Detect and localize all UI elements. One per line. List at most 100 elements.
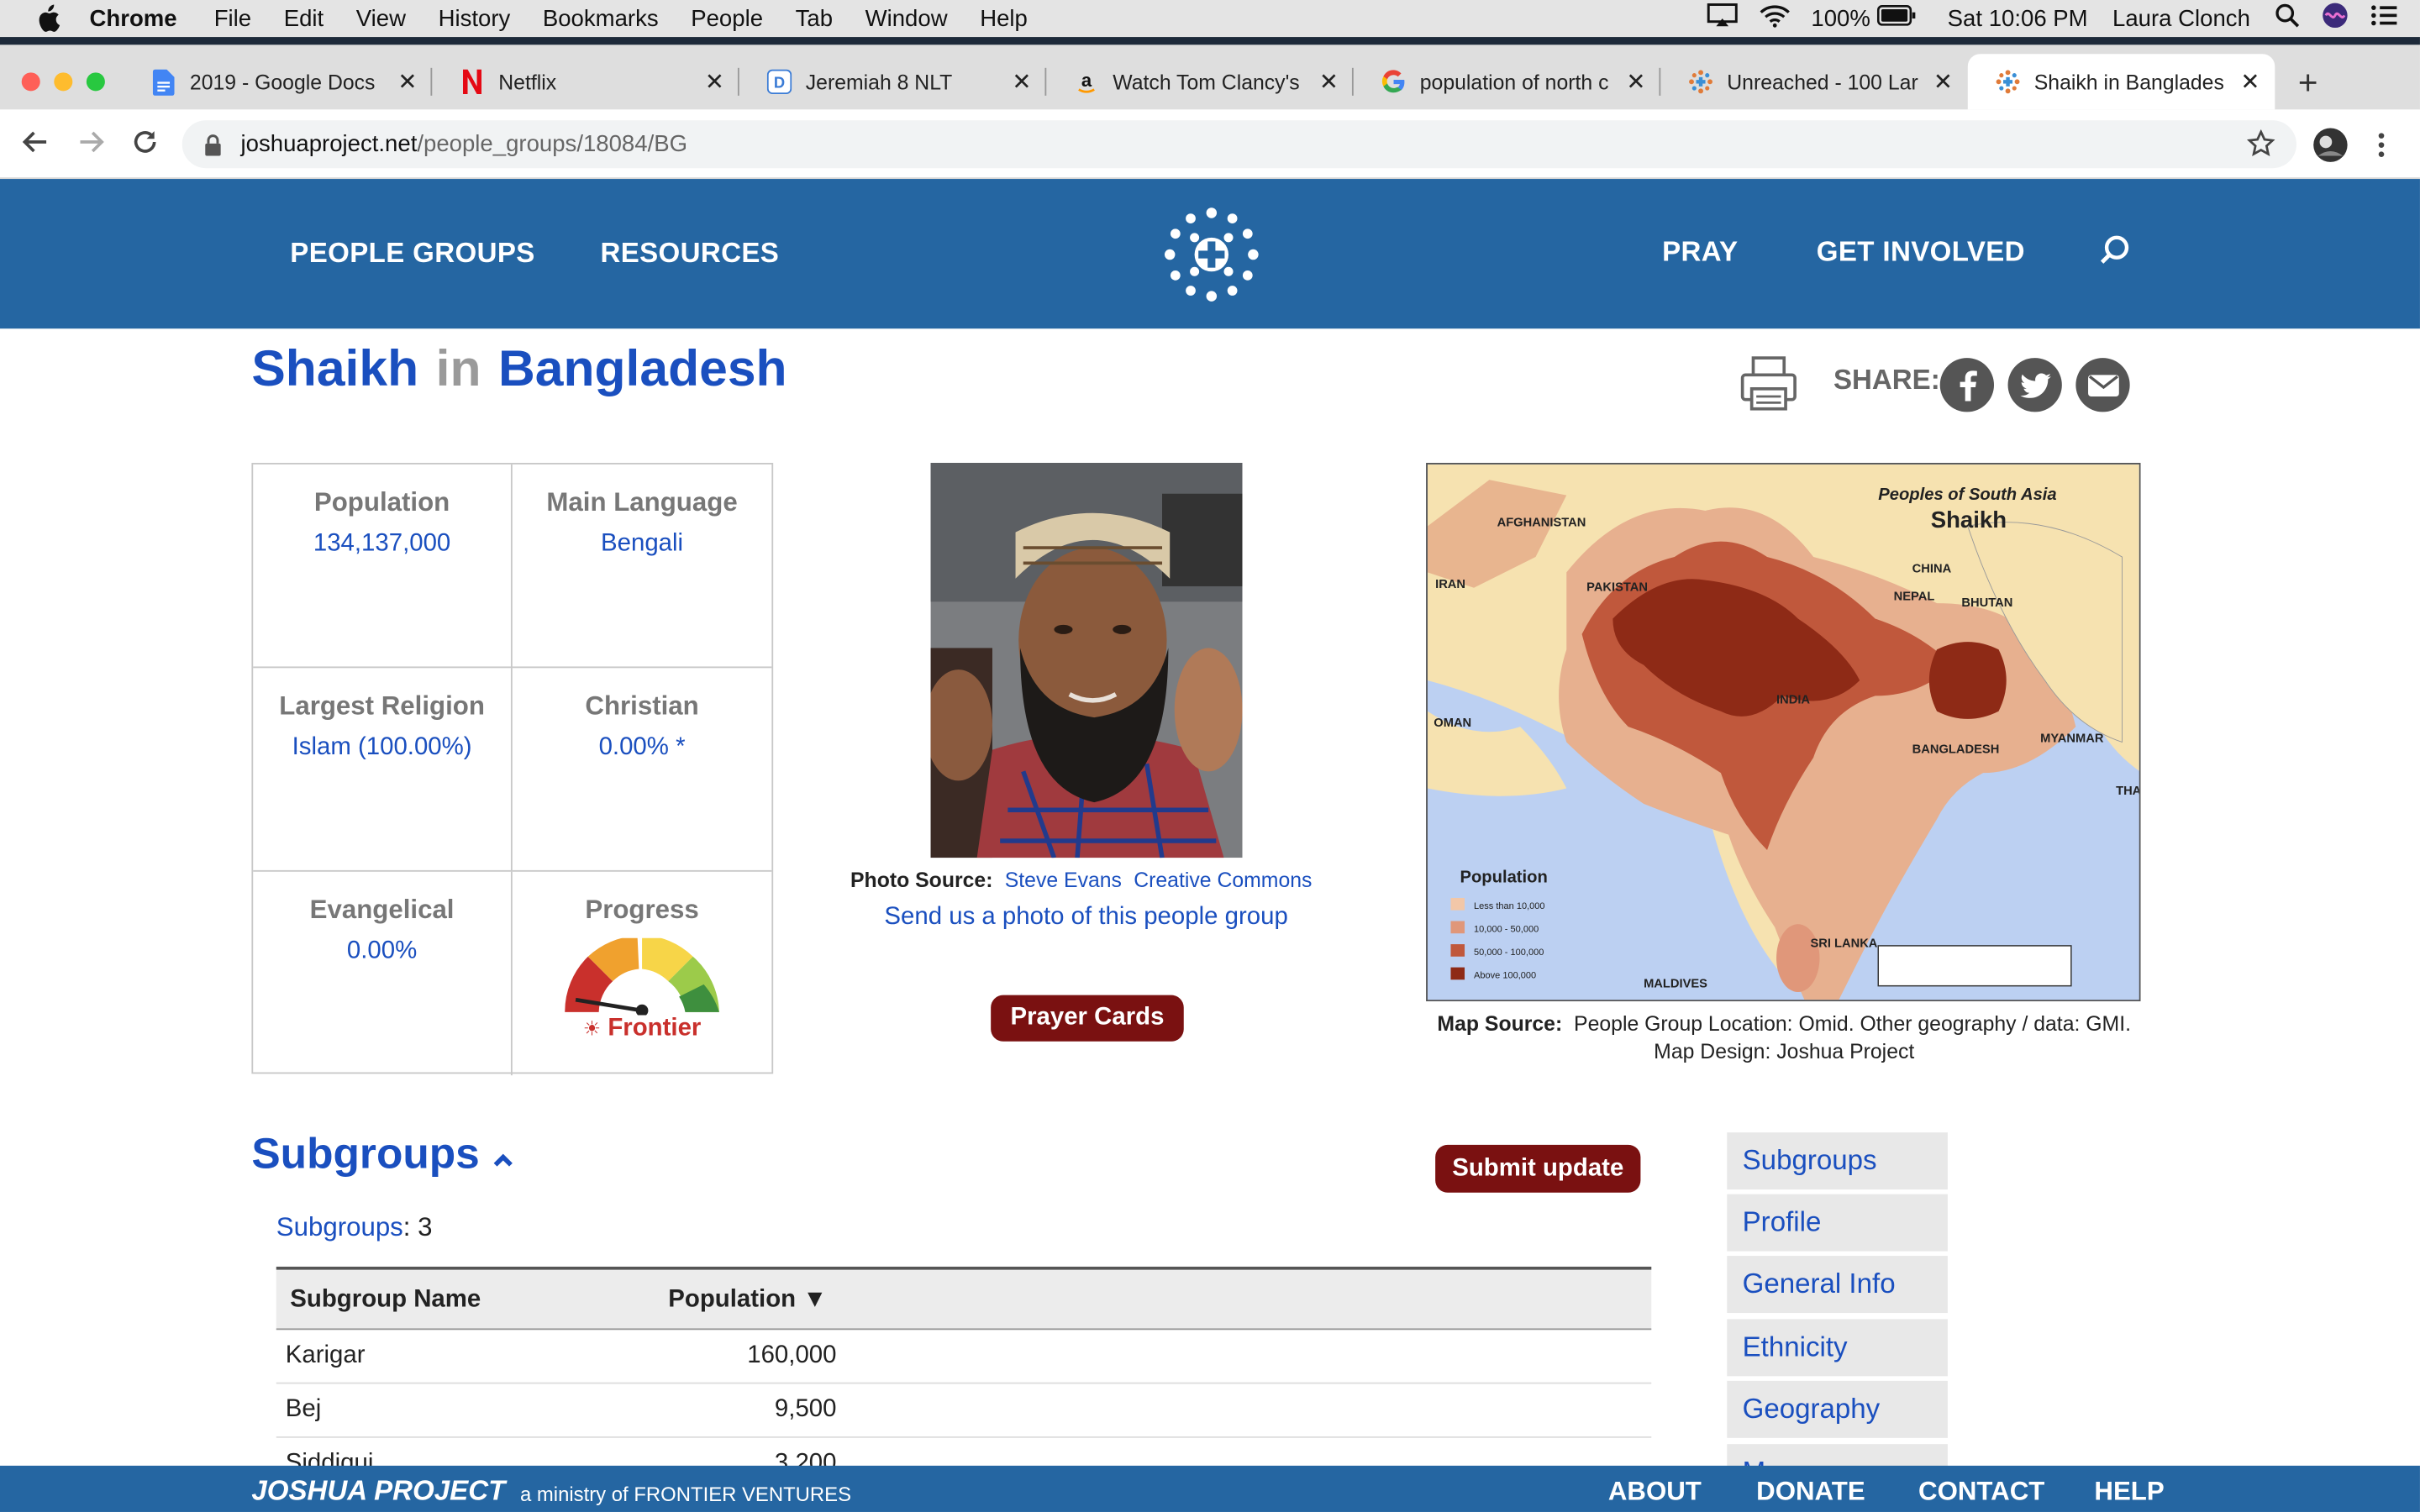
user-name[interactable]: Laura Clonch	[2112, 5, 2250, 31]
battery-icon[interactable]	[1876, 5, 1917, 33]
tab-close-icon[interactable]: ✕	[1007, 68, 1038, 96]
stat-label: Population	[313, 487, 450, 517]
mac-menubar: Chrome File Edit View History Bookmarks …	[0, 0, 2420, 38]
tab-close-icon[interactable]: ✕	[392, 68, 424, 96]
stat-value[interactable]: 0.00%	[253, 938, 511, 966]
window-close-button[interactable]	[21, 72, 40, 92]
footer-brand[interactable]: JOSHUA PROJECT	[251, 1475, 505, 1508]
airplay-icon[interactable]	[1706, 3, 1737, 34]
nav-resources[interactable]: RESOURCES	[600, 238, 779, 270]
apple-icon[interactable]	[33, 4, 64, 33]
people-name-link[interactable]: Shaikh	[251, 339, 418, 396]
subgroups-heading[interactable]: Subgroups	[251, 1129, 513, 1179]
submit-update-button[interactable]: Submit update	[1435, 1144, 1641, 1193]
twitter-share-icon[interactable]	[2007, 358, 2062, 412]
send-photo-link[interactable]: Send us a photo of this people group	[884, 904, 1287, 932]
tab-google-search[interactable]: population of north c ✕	[1354, 54, 1661, 109]
menu-app-name[interactable]: Chrome	[90, 5, 177, 31]
tab-title: population of north c	[1419, 70, 1609, 94]
sidebar-item-general-info[interactable]: General Info	[1727, 1256, 1948, 1314]
footer-donate[interactable]: DONATE	[1756, 1477, 1865, 1508]
joshua-project-logo-icon[interactable]	[1164, 207, 1260, 310]
photo-author-link[interactable]: Steve Evans	[1005, 869, 1122, 892]
progress-status[interactable]: ☀ Frontier	[513, 1016, 772, 1043]
prayer-cards-button[interactable]: Prayer Cards	[991, 995, 1184, 1042]
wifi-icon[interactable]	[1759, 3, 1790, 34]
stat-christian: Christian 0.00% *	[512, 668, 772, 872]
tab-shaikh-active[interactable]: Shaikh in Banglades ✕	[1967, 54, 2275, 110]
new-tab-plus-icon[interactable]: +	[2298, 63, 2318, 103]
menu-bookmarks[interactable]: Bookmarks	[543, 5, 659, 31]
facebook-share-icon[interactable]	[1939, 358, 1995, 412]
stat-value[interactable]: Bengali	[513, 531, 772, 559]
clock[interactable]: Sat 10:06 PM	[1948, 5, 2088, 31]
nav-people-groups[interactable]: PEOPLE GROUPS	[290, 238, 534, 270]
tab-close-icon[interactable]: ✕	[1621, 68, 1652, 96]
people-group-map[interactable]: AFGHANISTAN IRAN PAKISTAN CHINA NEPAL BH…	[1426, 463, 2141, 1002]
tab-amazon[interactable]: a Watch Tom Clancy's ✕	[1046, 54, 1354, 109]
tab-title: 2019 - Google Docs	[189, 70, 376, 94]
tab-netflix[interactable]: Netflix ✕	[432, 54, 739, 109]
tab-close-icon[interactable]: ✕	[1928, 68, 1959, 96]
nav-get-involved[interactable]: GET INVOLVED	[1817, 236, 2025, 269]
tab-title: Jeremiah 8 NLT	[805, 70, 953, 94]
sidebar-item-ethnicity[interactable]: Ethnicity	[1727, 1319, 1948, 1377]
map-label: SRI LANKA	[1810, 937, 1877, 951]
stat-value[interactable]: 134,137,000	[253, 531, 511, 559]
tab-title: Netflix	[498, 70, 557, 94]
reload-icon[interactable]	[131, 128, 159, 163]
tab-unreached[interactable]: Unreached - 100 Lar ✕	[1660, 54, 1968, 109]
window-minimize-button[interactable]	[54, 72, 73, 92]
tab-google-docs[interactable]: 2019 - Google Docs ✕	[124, 54, 433, 109]
stat-evangelical: Evangelical 0.00%	[253, 871, 513, 1076]
col-subgroup-name[interactable]: Subgroup Name	[290, 1287, 481, 1315]
menu-history[interactable]: History	[439, 5, 511, 31]
country-link[interactable]: Bangladesh	[498, 339, 787, 396]
siri-icon[interactable]	[2321, 2, 2349, 35]
progress-gauge[interactable]	[513, 935, 772, 1017]
footer-contact[interactable]: CONTACT	[1918, 1477, 2044, 1508]
menu-view[interactable]: View	[356, 5, 406, 31]
menu-help[interactable]: Help	[980, 5, 1028, 31]
tab-close-icon[interactable]: ✕	[1313, 68, 1344, 96]
col-population[interactable]: Population ▼	[668, 1287, 827, 1315]
photo-license-link[interactable]: Creative Commons	[1134, 869, 1312, 892]
print-icon[interactable]	[1739, 354, 1798, 421]
tab-close-icon[interactable]: ✕	[2235, 68, 2266, 96]
sidebar-item-geography[interactable]: Geography	[1727, 1380, 1948, 1438]
subgroups-count-link[interactable]: Subgroups	[276, 1213, 403, 1242]
chrome-menu-icon[interactable]	[2377, 131, 2386, 166]
email-share-icon[interactable]	[2075, 358, 2130, 412]
nav-pray[interactable]: PRAY	[1662, 236, 1738, 269]
stat-value[interactable]: Islam (100.00%)	[253, 734, 511, 762]
menu-window[interactable]: Window	[865, 5, 948, 31]
search-icon[interactable]	[2099, 234, 2130, 273]
subgroups-table: Subgroup Name Population ▼ Karigar 160,0…	[276, 1266, 1652, 1493]
menu-tab[interactable]: Tab	[796, 5, 833, 31]
legend-label: Above 100,000	[1474, 970, 1536, 980]
footer-about[interactable]: ABOUT	[1608, 1477, 1702, 1508]
window-zoom-button[interactable]	[86, 72, 105, 92]
back-arrow-icon[interactable]	[22, 128, 50, 163]
sort-desc-icon[interactable]: ▼	[802, 1287, 827, 1313]
table-row: Karigar 160,000	[276, 1330, 1652, 1384]
bookmark-star-icon[interactable]	[2246, 129, 2275, 163]
tab-close-icon[interactable]: ✕	[699, 68, 730, 96]
subgroups-title: Subgroups	[251, 1129, 480, 1178]
chevron-up-icon[interactable]	[492, 1129, 513, 1177]
lock-icon[interactable]	[203, 134, 222, 155]
stat-value[interactable]: 0.00% *	[513, 734, 772, 762]
notification-center-icon[interactable]	[2370, 3, 2398, 34]
sidebar-item-profile[interactable]: Profile	[1727, 1194, 1948, 1252]
tab-jeremiah[interactable]: D Jeremiah 8 NLT ✕	[739, 54, 1047, 109]
profile-avatar[interactable]	[2312, 127, 2349, 171]
address-bar[interactable]: joshuaproject.net/people_groups/18084/BG	[182, 120, 2297, 169]
menu-edit[interactable]: Edit	[284, 5, 324, 31]
menu-file[interactable]: File	[214, 5, 251, 31]
menu-people[interactable]: People	[691, 5, 763, 31]
spotlight-icon[interactable]	[2275, 3, 2300, 34]
people-group-photo[interactable]	[930, 463, 1243, 858]
footer-help[interactable]: HELP	[2094, 1477, 2164, 1508]
sidebar-item-subgroups[interactable]: Subgroups	[1727, 1132, 1948, 1190]
forward-arrow-icon[interactable]	[77, 128, 105, 163]
